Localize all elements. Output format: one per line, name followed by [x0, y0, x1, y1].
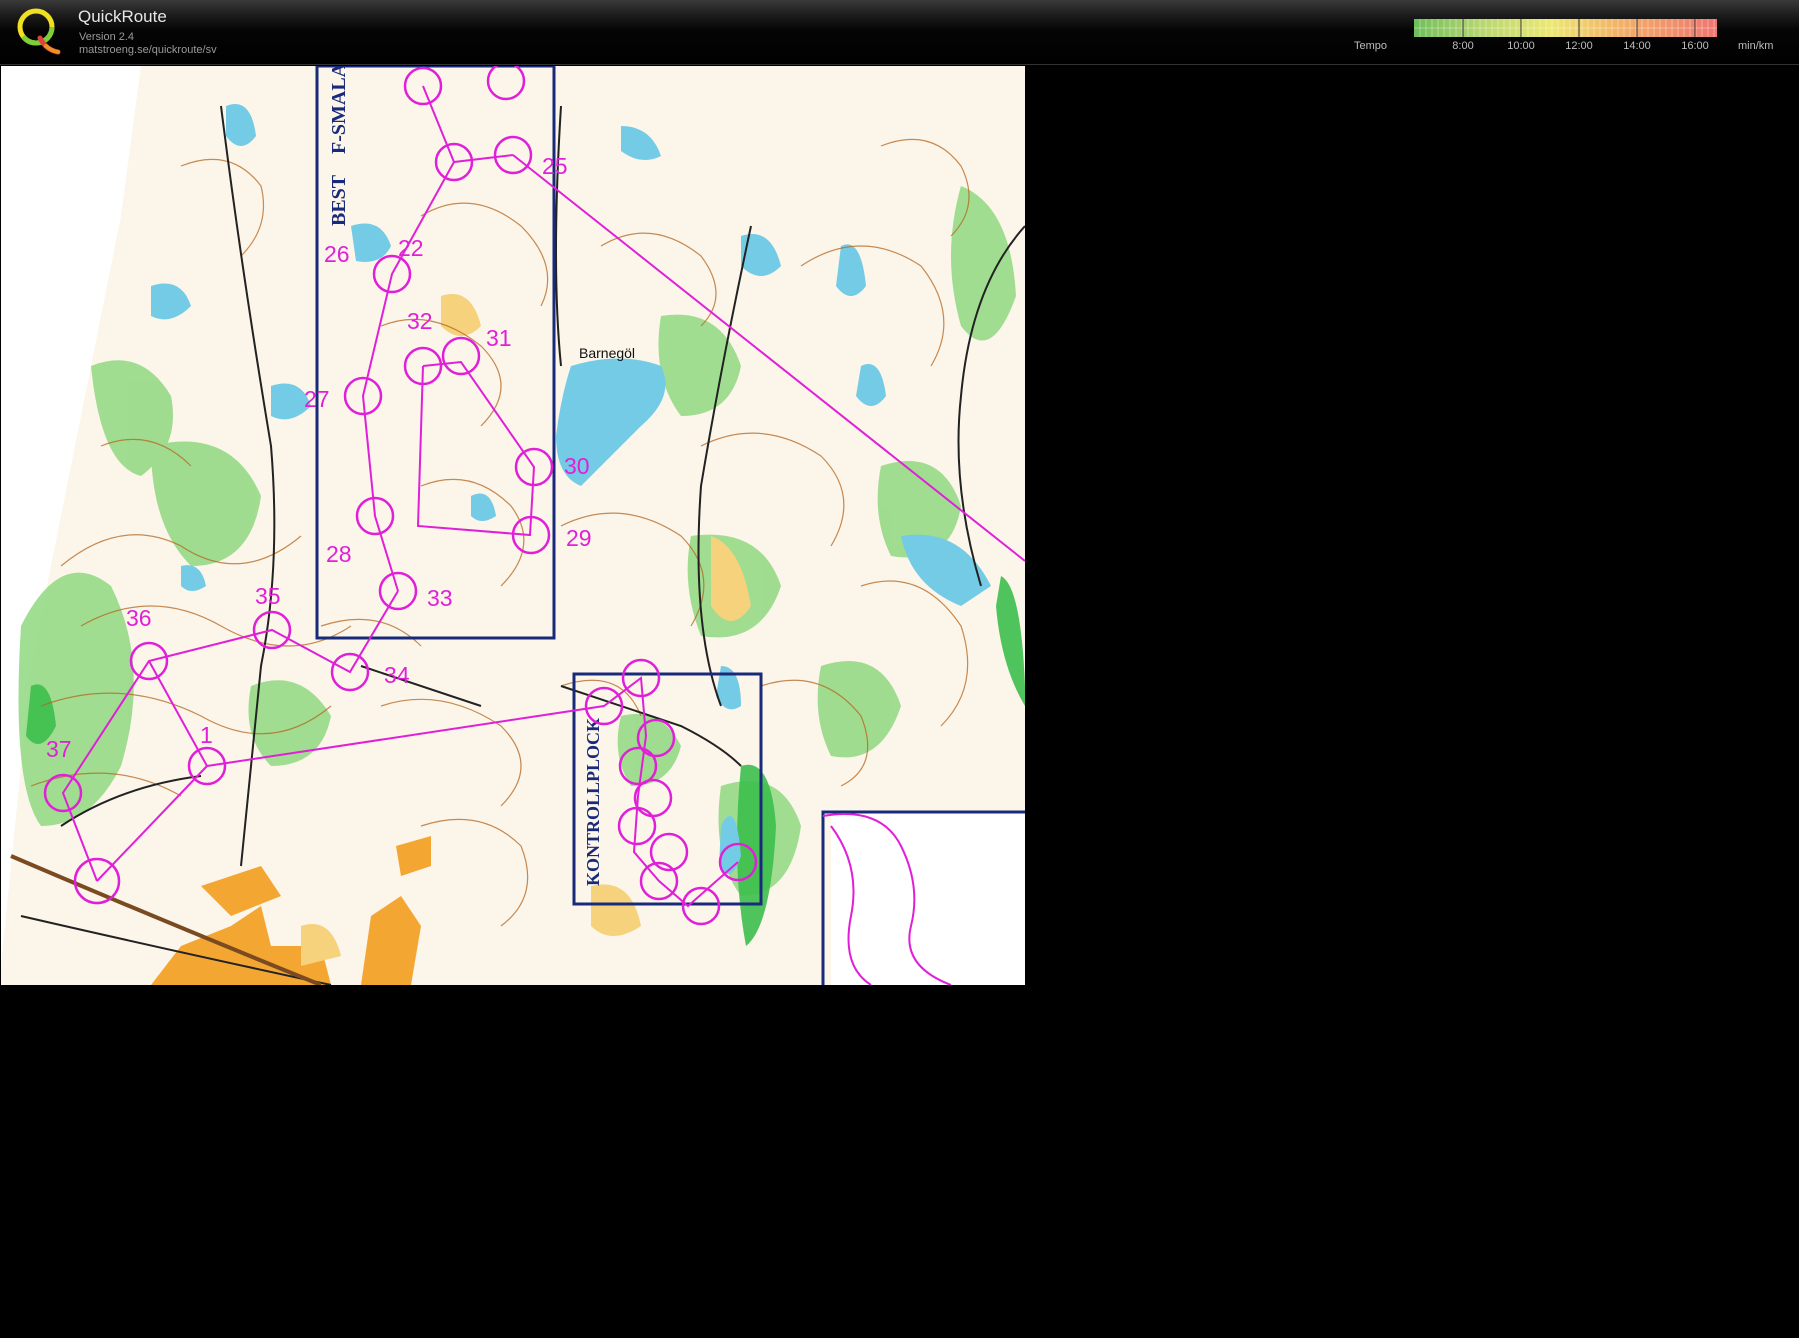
control-number: 37: [46, 736, 72, 762]
map-terrain-white-corner: [831, 811, 1025, 985]
app-url[interactable]: matstroeng.se/quickroute/sv: [79, 44, 217, 56]
quickroute-logo-icon: [17, 8, 61, 55]
tempo-unit-label: min/km: [1738, 40, 1774, 52]
control-number: 34: [384, 662, 410, 688]
tempo-tick-label: 8:00: [1452, 40, 1474, 52]
map-canvas[interactable]: BEST F-SMALA KONTROLLPLOCK Barnegöl 1 22…: [1, 66, 1025, 985]
tempo-tick-label: 14:00: [1623, 40, 1651, 52]
lake-label: Barnegöl: [579, 345, 635, 361]
control-number: 25: [542, 153, 568, 179]
control-number: 33: [427, 585, 453, 611]
control-number: 29: [566, 525, 592, 551]
tempo-color-scale: [1414, 19, 1717, 37]
app-version: Version 2.4: [79, 31, 135, 43]
tempo-tick-label: 12:00: [1565, 40, 1593, 52]
tempo-tick-label: 10:00: [1507, 40, 1535, 52]
control-number: 28: [326, 541, 352, 567]
control-number: 22: [398, 235, 424, 261]
control-number: 35: [255, 583, 281, 609]
frame-label-kontrollplock: KONTROLLPLOCK: [583, 718, 603, 886]
frame-label-f-smala: F-SMALA: [328, 66, 350, 154]
tempo-tick-label: 16:00: [1681, 40, 1709, 52]
frame-label-best: BEST: [328, 174, 350, 226]
app-title: QuickRoute: [78, 7, 167, 26]
control-number: 32: [407, 308, 433, 334]
control-number: 26: [324, 241, 350, 267]
tempo-scale-grid: [1414, 19, 1717, 37]
orienteering-map[interactable]: BEST F-SMALA KONTROLLPLOCK Barnegöl 1 22…: [1, 66, 1025, 985]
tempo-label: Tempo: [1354, 40, 1388, 52]
app-header: QuickRoute Version 2.4 matstroeng.se/qui…: [0, 0, 1799, 65]
control-number: 31: [486, 325, 512, 351]
control-number: 36: [126, 605, 152, 631]
control-number: 30: [564, 453, 590, 479]
control-number: 1: [200, 722, 213, 748]
control-number: 27: [304, 386, 330, 412]
